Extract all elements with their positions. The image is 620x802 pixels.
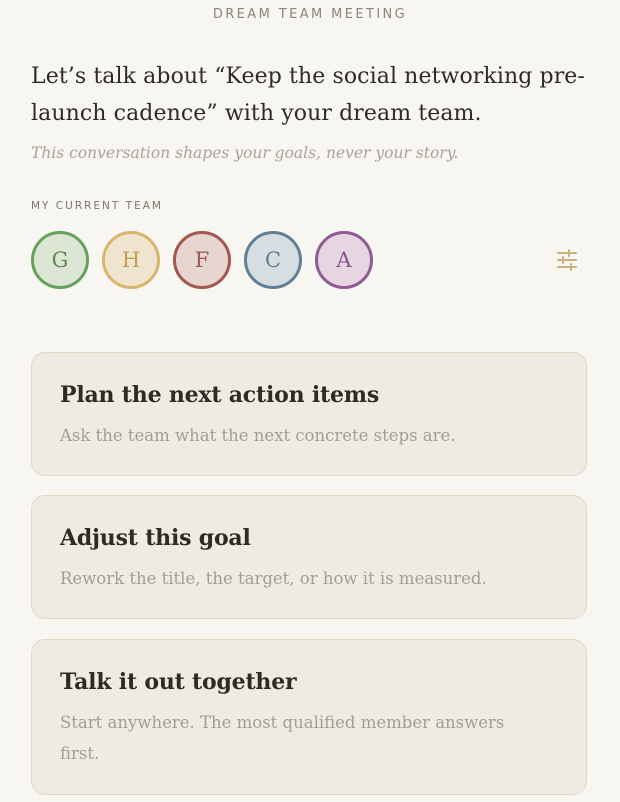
action-card-description: Start anywhere. The most qualified membe… — [60, 713, 505, 763]
sliders-icon — [557, 249, 577, 271]
action-card-adjust-goal[interactable]: Adjust this goal Rework the title, the t… — [31, 495, 587, 619]
action-card-title: Adjust this goal — [60, 525, 251, 551]
avatar-initial: C — [264, 248, 282, 272]
action-card-talk-it-out[interactable]: Talk it out together Start anywhere. The… — [31, 639, 587, 795]
avatar-member-3[interactable]: F — [173, 231, 231, 289]
action-card-description: Rework the title, the target, or how it … — [60, 569, 487, 588]
avatar-initial: F — [194, 248, 210, 272]
avatar-member-1[interactable]: G — [31, 231, 89, 289]
avatar-member-4[interactable]: C — [244, 231, 302, 289]
action-card-description: Ask the team what the next concrete step… — [60, 426, 456, 445]
intro-subtitle: This conversation shapes your goals, nev… — [31, 144, 459, 162]
action-card-plan-next-items[interactable]: Plan the next action items Ask the team … — [31, 352, 587, 476]
team-settings-button[interactable] — [554, 247, 580, 273]
avatar-member-2[interactable]: H — [102, 231, 160, 289]
avatar-initial: G — [51, 248, 69, 272]
avatar-initial: A — [336, 248, 352, 272]
team-avatar-list: G H F C A — [31, 231, 386, 291]
action-card-title: Plan the next action items — [60, 382, 380, 408]
avatar-initial: H — [121, 248, 141, 272]
page-title: DREAM TEAM MEETING — [212, 7, 408, 22]
action-card-title: Talk it out together — [60, 669, 297, 695]
avatar-member-5[interactable]: A — [315, 231, 373, 289]
intro-text: Let’s talk about “Keep the social networ… — [31, 64, 585, 126]
team-section-label: MY CURRENT TEAM — [31, 200, 163, 212]
